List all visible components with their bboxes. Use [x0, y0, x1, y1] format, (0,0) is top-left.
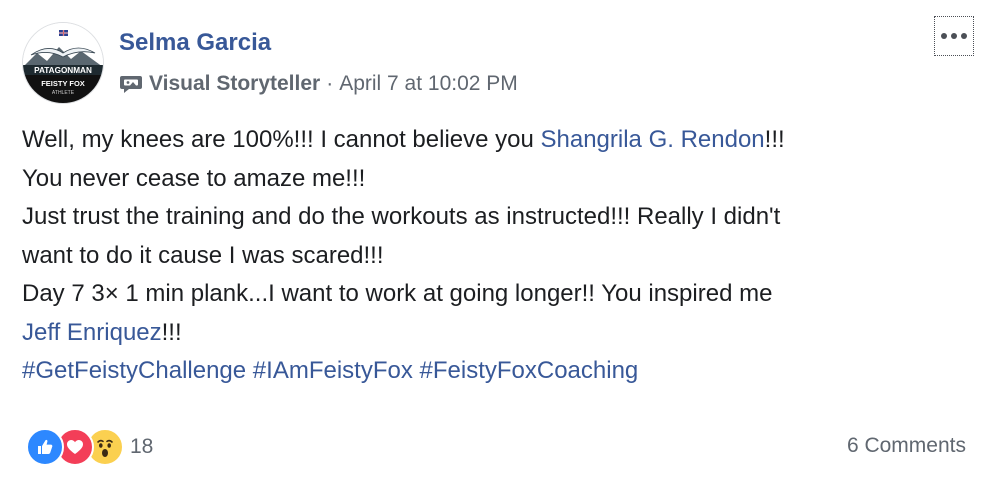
- post-text: !!!: [161, 318, 182, 346]
- hashtag-link[interactable]: #IAmFeistyFox: [253, 357, 413, 384]
- avatar-logo-image: PATAGONMAN FEISTY FOX ATHLETE: [23, 23, 103, 103]
- reaction-count[interactable]: 18: [130, 435, 153, 459]
- hashtag-line: #GetFeistyChallenge #IAmFeistyFox #Feist…: [22, 352, 962, 391]
- author-avatar[interactable]: PATAGONMAN FEISTY FOX ATHLETE: [22, 22, 104, 104]
- post-timestamp[interactable]: April 7 at 10:02 PM: [339, 72, 518, 96]
- post-text: !!!: [764, 126, 785, 153]
- mention-link[interactable]: Jeff Enriquez: [22, 319, 162, 346]
- badge-label[interactable]: Visual Storyteller: [149, 72, 320, 96]
- avatar-brand-bottom: FEISTY FOX: [41, 79, 85, 88]
- post-line: Just trust the training and do the worko…: [22, 203, 781, 230]
- meta-separator: ·: [326, 72, 334, 95]
- more-options-button[interactable]: [934, 16, 974, 56]
- feed-post: PATAGONMAN FEISTY FOX ATHLETE Selma Garc…: [0, 0, 992, 486]
- hashtag-link[interactable]: #FeistyFoxCoaching: [420, 357, 639, 384]
- mention-link[interactable]: Shangrila G. Rendon: [541, 126, 765, 153]
- post-body: Well, my knees are 100%!!! I cannot beli…: [22, 121, 962, 391]
- avatar-brand-sub: ATHLETE: [52, 90, 75, 96]
- like-icon: [26, 428, 64, 466]
- post-line: Jeff Enriquez!!!: [22, 314, 962, 353]
- comments-count-link[interactable]: 6 Comments: [847, 434, 966, 458]
- post-line: want to do it cause I was scared!!!: [22, 241, 384, 269]
- post-text: Well, my knees are 100%!!! I cannot beli…: [22, 126, 541, 153]
- post-line: Well, my knees are 100%!!! I cannot beli…: [22, 121, 962, 160]
- post-line: You never cease to amaze me!!!: [22, 164, 366, 192]
- post-meta: Visual Storyteller · April 7 at 10:02 PM: [119, 72, 518, 96]
- speech-bubble-badge-icon: [119, 73, 143, 95]
- hashtag-link[interactable]: #GetFeistyChallenge: [22, 357, 246, 384]
- post-line: Day 7 3× 1 min plank...I want to work at…: [22, 280, 773, 307]
- avatar-brand-top: PATAGONMAN: [34, 66, 92, 75]
- author-name[interactable]: Selma Garcia: [119, 29, 271, 57]
- ellipsis-icon: [941, 33, 967, 39]
- reaction-summary[interactable]: 18: [26, 428, 153, 466]
